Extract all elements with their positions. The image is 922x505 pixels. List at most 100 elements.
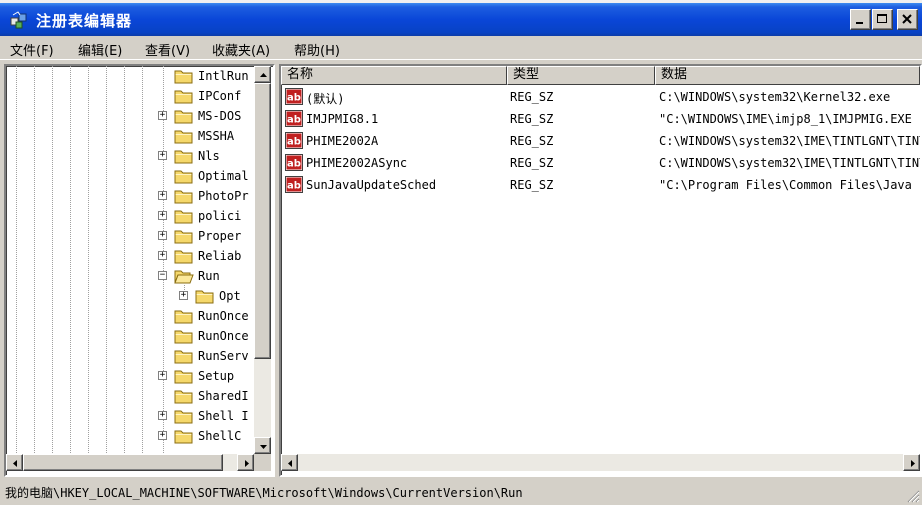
menu-bar: 文件(F) 编辑(E) 查看(V) 收藏夹(A) 帮助(H) [0, 36, 922, 60]
folder-icon [174, 68, 194, 84]
folder-open-icon [174, 268, 194, 284]
expand-plus-icon[interactable]: + [158, 431, 167, 440]
title-bar[interactable]: 注册表编辑器 [0, 0, 922, 36]
tree-item[interactable]: MSSHA [6, 126, 252, 146]
tree-item[interactable]: RunServ [6, 346, 252, 366]
string-value-icon: ab [285, 132, 303, 149]
tree-item[interactable]: + Proper [6, 226, 252, 246]
tree-item-label: Proper [198, 229, 242, 243]
scroll-down-button[interactable] [254, 437, 271, 454]
close-button[interactable] [897, 9, 918, 30]
tree-item[interactable]: + Reliab [6, 246, 252, 266]
tree-scroll-left-button[interactable] [6, 454, 23, 471]
values-horizontal-scrollbar[interactable] [281, 454, 920, 471]
menu-view[interactable]: 查看(V) [145, 40, 190, 59]
tree-item-label: Reliab [198, 249, 242, 263]
column-header-name[interactable]: 名称 [281, 66, 507, 85]
tree-horizontal-scroll-thumb[interactable] [23, 454, 223, 471]
tree-item-label: RunOnce [198, 329, 249, 343]
tree-item[interactable]: + Nls [6, 146, 252, 166]
menu-file[interactable]: 文件(F) [10, 40, 54, 59]
menu-favorites[interactable]: 收藏夹(A) [212, 40, 270, 59]
tree-item[interactable]: + MS-DOS [6, 106, 252, 126]
tree-item[interactable]: Optimal [6, 166, 252, 186]
tree-item-label: MSSHA [198, 129, 235, 143]
arrow-down-icon [260, 445, 267, 449]
maximize-icon [877, 14, 887, 23]
folder-icon [174, 168, 194, 184]
folder-icon [174, 328, 194, 344]
tree-item-label: Setup [198, 369, 235, 383]
tree-item[interactable]: + polici [6, 206, 252, 226]
tree-item[interactable]: IPConf [6, 86, 252, 106]
value-data: C:\WINDOWS\system32\IME\TINTLGNT\TINTSET… [659, 156, 920, 170]
folder-icon [174, 228, 194, 244]
tree-item-label: IPConf [198, 89, 242, 103]
registry-value-row[interactable]: ab PHIME2002A REG_SZ C:\WINDOWS\system32\IM… [281, 130, 920, 151]
minimize-button[interactable] [850, 9, 871, 30]
folder-icon [174, 308, 194, 324]
value-data: "C:\WINDOWS\IME\imjp8_1\IMJPMIG.EXE [659, 112, 912, 126]
value-name: PHIME2002ASync [306, 156, 408, 170]
maximize-button[interactable] [872, 9, 893, 30]
values-scroll-right-button[interactable] [903, 454, 920, 471]
registry-value-row[interactable]: ab SunJavaUpdateSched REG_SZ "C:\Program Fi… [281, 174, 920, 195]
scroll-up-button[interactable] [254, 66, 271, 83]
tree-item[interactable]: IntlRun [6, 66, 252, 86]
expand-plus-icon[interactable]: + [158, 211, 167, 220]
expand-plus-icon[interactable]: + [158, 231, 167, 240]
tree-item[interactable]: + PhotoPr [6, 186, 252, 206]
folder-icon [174, 408, 194, 424]
tree-item[interactable]: RunOnce [6, 306, 252, 326]
registry-value-row[interactable]: ab IMJPMIG8.1 REG_SZ "C:\WINDOWS\IME\imjp8_… [281, 108, 920, 129]
column-header-data[interactable]: 数据 [655, 66, 920, 85]
expand-plus-icon[interactable]: + [179, 291, 188, 300]
tree-item-label: IntlRun [198, 69, 249, 83]
tree-item[interactable]: + ShellC [6, 426, 252, 446]
expand-plus-icon[interactable]: + [158, 111, 167, 120]
tree-item[interactable]: SharedI [6, 386, 252, 406]
expand-plus-icon[interactable]: + [158, 251, 167, 260]
menu-help[interactable]: 帮助(H) [294, 40, 340, 59]
folder-icon [174, 368, 194, 384]
value-type: REG_SZ [510, 156, 554, 170]
tree-item-label: ShellC [198, 429, 242, 443]
expand-plus-icon[interactable]: + [158, 371, 167, 380]
tree-item-label: Optimal [198, 169, 249, 183]
value-data: C:\WINDOWS\system32\IME\TINTLGNT\TINTSET… [659, 134, 920, 148]
expand-plus-icon[interactable]: + [158, 151, 167, 160]
resize-grip-icon[interactable] [906, 489, 920, 503]
column-header-type[interactable]: 类型 [507, 66, 655, 85]
tree-item[interactable]: + Shell I [6, 406, 252, 426]
tree-item-label: Opt [219, 289, 241, 303]
tree-item[interactable]: + Opt [6, 286, 252, 306]
tree-item[interactable]: − Run [6, 266, 252, 286]
folder-icon [174, 388, 194, 404]
string-value-icon: ab [285, 110, 303, 127]
values-list: 名称 类型 数据 ab (默认) REG_SZ C:\WINDOWS\system32… [281, 66, 920, 454]
folder-icon [174, 188, 194, 204]
value-name: IMJPMIG8.1 [306, 112, 379, 126]
folder-icon [174, 148, 194, 164]
folder-icon [174, 208, 194, 224]
tree-item-label: polici [198, 209, 242, 223]
close-icon [902, 14, 912, 24]
tree-item-label: RunServ [198, 349, 249, 363]
expand-plus-icon[interactable]: + [158, 191, 167, 200]
tree-pane[interactable]: IntlRun IPConf + MS-DOS MSSHA + Nls Optimal + Pho… [4, 64, 275, 477]
folder-icon [174, 348, 194, 364]
expand-plus-icon[interactable]: + [158, 411, 167, 420]
tree-item[interactable]: RunOnce [6, 326, 252, 346]
registry-value-row[interactable]: ab (默认) REG_SZ C:\WINDOWS\system32\Kernel32… [281, 86, 920, 107]
tree-item[interactable]: + Setup [6, 366, 252, 386]
regedit-icon [10, 11, 27, 29]
menu-edit[interactable]: 编辑(E) [78, 40, 122, 59]
svg-text:ab: ab [287, 93, 301, 104]
tree-scroll-right-button[interactable] [237, 454, 254, 471]
tree-vertical-scroll-thumb[interactable] [254, 83, 271, 359]
tree-item-label: Nls [198, 149, 220, 163]
collapse-minus-icon[interactable]: − [158, 271, 167, 280]
values-scroll-left-button[interactable] [281, 454, 298, 471]
registry-value-row[interactable]: ab PHIME2002ASync REG_SZ C:\WINDOWS\system3… [281, 152, 920, 173]
values-pane[interactable]: 名称 类型 数据 ab (默认) REG_SZ C:\WINDOWS\system32… [279, 64, 922, 477]
